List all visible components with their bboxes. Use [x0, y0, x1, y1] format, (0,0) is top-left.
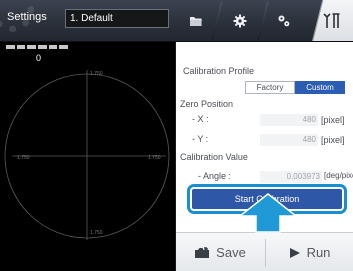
profile-select[interactable]: 1. Default: [65, 9, 169, 28]
y-label: - Y :: [192, 134, 209, 144]
factory-toggle-button[interactable]: Factory: [245, 81, 295, 94]
custom-toggle-button[interactable]: Custom: [295, 81, 345, 94]
arrow-up-icon: [237, 193, 299, 233]
folder-icon: [190, 16, 202, 26]
scale-label-right: 1.750: [148, 155, 161, 161]
run-label: Run: [306, 245, 331, 260]
bottom-action-bar: Save Run: [176, 232, 353, 271]
tools-button[interactable]: [264, 0, 304, 41]
scale-label-left: 1.750: [17, 155, 30, 161]
calibration-screen: Settings 1. Default 0 1.750 1.750 1.750 …: [0, 0, 353, 271]
scale-label-bottom: 1.750: [90, 230, 103, 236]
camera-view[interactable]: 0 1.750 1.750 1.750 1.750: [0, 42, 175, 271]
gear-icon: [233, 14, 247, 27]
save-icon: [195, 247, 210, 258]
open-folder-button[interactable]: [178, 0, 214, 41]
run-icon: [289, 247, 300, 258]
header-bar: Settings 1. Default: [0, 0, 353, 42]
calibration-value-label: Calibration Value: [180, 152, 248, 162]
run-button[interactable]: Run: [266, 233, 353, 271]
calibration-tab-icon: [323, 13, 340, 28]
y-unit-label: [pixel]: [321, 135, 345, 145]
x-unit-label: [pixel]: [321, 115, 345, 125]
x-value-field[interactable]: 480: [260, 114, 318, 126]
settings-button[interactable]: [220, 0, 260, 41]
tools-icon: [278, 15, 290, 26]
angle-unit-label: [deg/pixel]: [324, 171, 353, 180]
angle-value-field[interactable]: 0.003973: [260, 171, 322, 183]
save-label: Save: [216, 245, 246, 260]
y-value-field[interactable]: 480: [260, 134, 318, 146]
zero-position-label: Zero Position: [180, 99, 234, 109]
angle-label: - Angle :: [198, 171, 232, 181]
calibration-profile-label: Calibration Profile: [183, 66, 255, 76]
save-button[interactable]: Save: [176, 233, 264, 271]
scale-label-top: 1.750: [90, 71, 103, 77]
x-label: - X :: [192, 114, 209, 124]
settings-title: Settings: [7, 11, 47, 23]
